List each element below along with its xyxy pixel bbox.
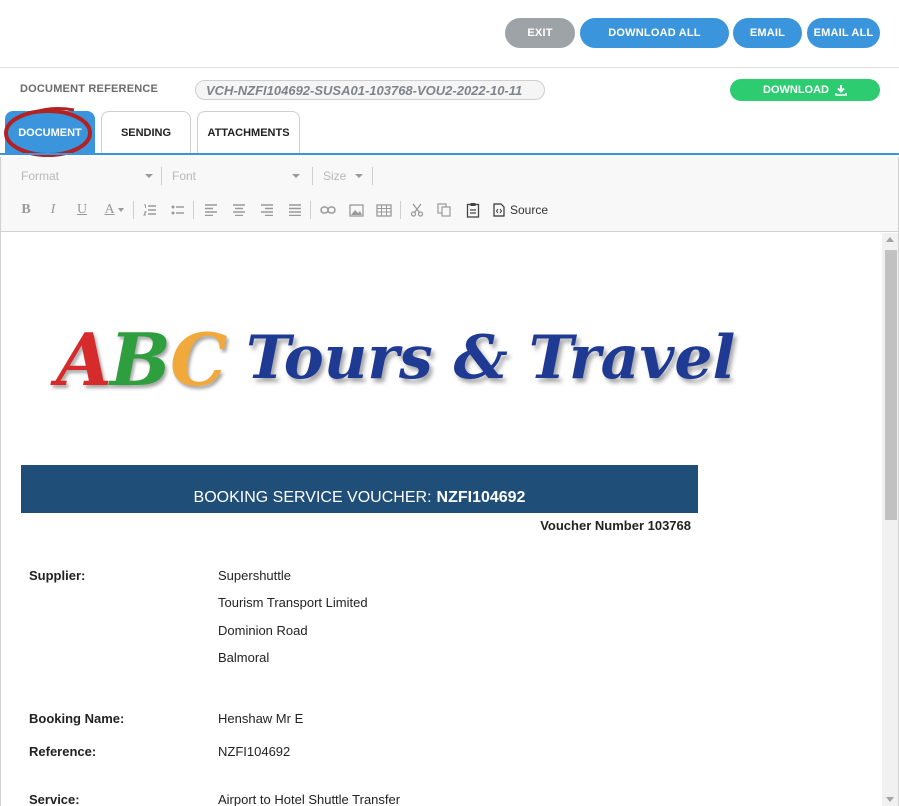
source-icon bbox=[493, 203, 505, 217]
paste-icon[interactable] bbox=[463, 200, 483, 220]
logo-letter-c: C bbox=[170, 317, 227, 402]
image-icon[interactable] bbox=[346, 200, 366, 220]
copy-icon[interactable] bbox=[434, 200, 454, 220]
document-reference-label: DOCUMENT REFERENCE bbox=[20, 83, 159, 95]
link-icon[interactable] bbox=[318, 200, 338, 220]
text-color-button[interactable]: A bbox=[101, 200, 127, 220]
scroll-thumb[interactable] bbox=[885, 250, 897, 520]
table-icon[interactable] bbox=[374, 200, 394, 220]
align-right-icon[interactable] bbox=[257, 200, 277, 220]
bullet-list-icon[interactable] bbox=[168, 200, 188, 220]
toolbar-divider bbox=[372, 167, 373, 185]
voucher-title-banner: BOOKING SERVICE VOUCHER: NZFI104692 bbox=[21, 465, 698, 513]
chevron-down-icon bbox=[355, 174, 363, 178]
source-button[interactable]: Source bbox=[493, 201, 548, 219]
download-all-button[interactable]: DOWNLOAD ALL bbox=[580, 18, 729, 48]
tab-document[interactable]: DOCUMENT bbox=[5, 111, 95, 154]
text-color-icon: A bbox=[104, 202, 115, 217]
company-logo: ABC Tours & Travel bbox=[56, 317, 735, 417]
logo-letter-a: A bbox=[56, 317, 112, 402]
numbered-list-icon[interactable] bbox=[140, 200, 160, 220]
banner-booking-code: NZFI104692 bbox=[436, 489, 526, 506]
supplier-line: Tourism Transport Limited bbox=[218, 595, 368, 610]
italic-button[interactable]: I bbox=[43, 200, 63, 220]
vertical-scrollbar[interactable] bbox=[882, 233, 898, 806]
chevron-down-icon bbox=[292, 174, 300, 178]
service-value: Airport to Hotel Shuttle Transfer bbox=[218, 792, 401, 806]
logo-letter-b: B bbox=[109, 317, 172, 402]
size-dropdown-label: Size bbox=[323, 169, 347, 183]
supplier-label: Supplier: bbox=[29, 568, 86, 583]
bold-button[interactable]: B bbox=[16, 200, 36, 220]
format-dropdown-label: Format bbox=[21, 169, 60, 183]
supplier-line: Balmoral bbox=[218, 650, 270, 665]
chevron-down-icon bbox=[117, 208, 124, 212]
voucher-number: Voucher Number 103768 bbox=[540, 518, 691, 533]
tab-sending[interactable]: SENDING bbox=[101, 111, 191, 154]
top-action-bar: EXIT DOWNLOAD ALL EMAIL EMAIL ALL bbox=[0, 0, 899, 68]
download-button[interactable]: DOWNLOAD bbox=[730, 79, 880, 101]
scroll-down-arrow-icon[interactable] bbox=[886, 797, 894, 802]
font-dropdown[interactable]: Font bbox=[172, 166, 306, 186]
download-icon bbox=[835, 85, 847, 96]
document-reference-field[interactable]: VCH-NZFI104692-SUSA01-103768-VOU2-2022-1… bbox=[195, 80, 545, 100]
reference-value: NZFI104692 bbox=[218, 744, 291, 759]
cut-icon[interactable] bbox=[407, 200, 427, 220]
editor-toolbar: Format Font Size B I U A Source bbox=[1, 157, 898, 232]
toolbar-divider bbox=[133, 201, 134, 219]
size-dropdown[interactable]: Size bbox=[323, 166, 369, 186]
align-left-icon[interactable] bbox=[201, 200, 221, 220]
supplier-line: Supershuttle bbox=[218, 568, 291, 583]
font-dropdown-label: Font bbox=[172, 169, 197, 183]
chevron-down-icon bbox=[145, 174, 153, 178]
scroll-up-arrow-icon[interactable] bbox=[886, 237, 894, 242]
voucher-editor-window: EXIT DOWNLOAD ALL EMAIL EMAIL ALL DOCUME… bbox=[0, 0, 899, 806]
booking-name-value: Henshaw Mr E bbox=[218, 711, 304, 726]
logo-tagline: Tours & Travel bbox=[246, 323, 736, 393]
supplier-line: Dominion Road bbox=[218, 623, 308, 638]
rich-text-editor: Format Font Size B I U A Source ABC Tour… bbox=[0, 157, 899, 806]
format-dropdown[interactable]: Format bbox=[21, 166, 159, 186]
reference-label: Reference: bbox=[29, 744, 97, 759]
toolbar-divider bbox=[161, 167, 162, 185]
source-button-label: Source bbox=[510, 203, 549, 217]
align-center-icon[interactable] bbox=[229, 200, 249, 220]
banner-title: BOOKING SERVICE VOUCHER: bbox=[193, 489, 432, 506]
exit-button[interactable]: EXIT bbox=[505, 18, 575, 48]
toolbar-divider bbox=[312, 167, 313, 185]
toolbar-divider bbox=[400, 201, 401, 219]
align-justify-icon[interactable] bbox=[285, 200, 305, 220]
logo-abc-text: ABC bbox=[56, 317, 227, 402]
download-button-label: DOWNLOAD bbox=[763, 84, 829, 96]
tabs-underline bbox=[0, 153, 899, 155]
email-all-button[interactable]: EMAIL ALL bbox=[807, 18, 880, 48]
document-content[interactable]: ABC Tours & Travel BOOKING SERVICE VOUCH… bbox=[1, 233, 883, 806]
tab-attachments[interactable]: ATTACHMENTS bbox=[197, 111, 300, 154]
service-label: Service: bbox=[29, 792, 80, 806]
underline-button[interactable]: U bbox=[72, 200, 92, 220]
toolbar-divider bbox=[193, 201, 194, 219]
booking-name-label: Booking Name: bbox=[29, 711, 125, 726]
toolbar-divider bbox=[310, 201, 311, 219]
email-button[interactable]: EMAIL bbox=[733, 18, 802, 48]
